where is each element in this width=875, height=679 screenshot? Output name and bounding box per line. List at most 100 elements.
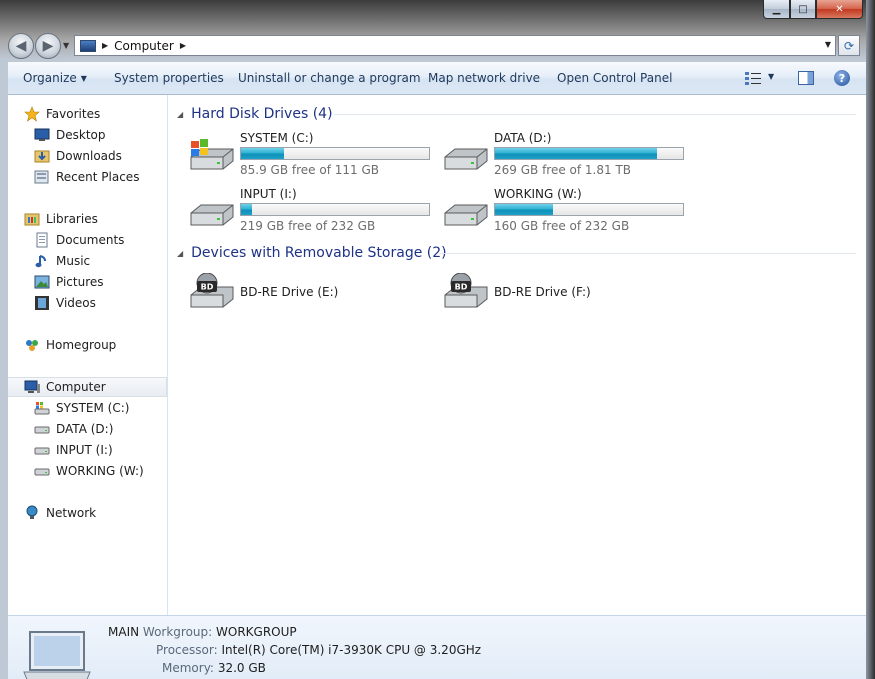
change-view-icon[interactable] <box>745 71 761 85</box>
minimize-button[interactable]: ▁ <box>763 0 790 19</box>
drive-free-space: 160 GB free of 232 GB <box>494 219 630 233</box>
sidebar-item-label: Recent Places <box>56 170 140 184</box>
sidebar-item-label: Homegroup <box>46 338 117 352</box>
view-options-chevron-icon[interactable]: ▼ <box>768 72 774 81</box>
computer-icon <box>24 379 40 395</box>
maximize-button[interactable]: □ <box>790 0 816 19</box>
forward-arrow-icon: ▶ <box>42 38 54 54</box>
breadcrumb-computer[interactable]: Computer <box>114 39 174 53</box>
drive-usage-fill <box>495 148 657 159</box>
drive-name: INPUT (I:) <box>240 187 297 201</box>
computer-name: MAIN <box>108 625 140 639</box>
recent-places-icon <box>34 169 50 185</box>
group-title: Devices with Removable Storage (2) <box>191 245 447 261</box>
sidebar-item-drive-w[interactable]: WORKING (W:) <box>34 461 144 481</box>
sidebar-item-desktop[interactable]: Desktop <box>34 125 106 145</box>
hard-drive-icon <box>34 463 50 479</box>
sidebar-item-favorites[interactable]: Favorites <box>24 104 100 124</box>
sidebar-item-pictures[interactable]: Pictures <box>34 272 104 292</box>
pictures-icon <box>34 274 50 290</box>
drive-usage-bar <box>240 203 430 216</box>
refresh-button[interactable]: ⟳ <box>838 35 860 56</box>
drive-tile-d[interactable]: DATA (D:) 269 GB free of 1.81 TB <box>441 131 691 179</box>
main-area: Favorites Desktop Downloads Recent Place… <box>8 95 866 615</box>
sidebar-item-network[interactable]: Network <box>24 503 96 523</box>
processor-value: Intel(R) Core(TM) i7-3930K CPU @ 3.20GHz <box>221 643 482 657</box>
drive-tile-e[interactable]: BD BD-RE Drive (E:) <box>187 269 437 317</box>
breadcrumb-chevron-icon[interactable]: ▶ <box>102 41 108 50</box>
map-network-drive-button[interactable]: Map network drive <box>428 71 540 85</box>
computer-name-row: MAIN Workgroup: WORKGROUP <box>108 625 297 639</box>
sidebar-item-drive-d[interactable]: DATA (D:) <box>34 419 113 439</box>
drive-tile-i[interactable]: INPUT (I:) 219 GB free of 232 GB <box>187 187 437 235</box>
details-pane: MAIN Workgroup: WORKGROUP Processor: Int… <box>8 615 866 679</box>
system-properties-button[interactable]: System properties <box>114 71 224 85</box>
address-dropdown-icon[interactable]: ▼ <box>825 40 831 49</box>
sidebar-item-label: Network <box>46 506 97 520</box>
sidebar-item-homegroup[interactable]: Homegroup <box>24 335 116 355</box>
back-arrow-icon: ◀ <box>15 38 27 54</box>
recent-pages-dropdown-icon[interactable]: ▼ <box>63 41 69 50</box>
documents-icon <box>34 232 50 248</box>
drive-tile-w[interactable]: WORKING (W:) 160 GB free of 232 GB <box>441 187 691 235</box>
libraries-icon <box>24 211 40 227</box>
processor-label: Processor: <box>156 643 218 657</box>
workgroup-value: WORKGROUP <box>216 625 297 639</box>
sidebar-item-videos[interactable]: Videos <box>34 293 96 313</box>
drive-free-space: 219 GB free of 232 GB <box>240 219 376 233</box>
sidebar-item-label: Computer <box>46 380 106 394</box>
close-button[interactable]: ✕ <box>816 0 863 19</box>
sidebar-item-label: Desktop <box>56 128 106 142</box>
collapse-triangle-icon: ◢ <box>177 248 184 258</box>
group-title: Hard Disk Drives (4) <box>191 106 333 122</box>
organize-label: Organize <box>23 71 77 85</box>
help-icon[interactable]: ? <box>834 70 850 86</box>
sidebar-item-label: WORKING (W:) <box>56 464 144 478</box>
sidebar-item-recent-places[interactable]: Recent Places <box>34 167 139 187</box>
computer-icon <box>80 39 96 52</box>
breadcrumb-chevron-icon[interactable]: ▶ <box>180 41 186 50</box>
bluray-drive-icon: BD <box>190 273 234 308</box>
hard-disk-drives-header[interactable]: ◢ Hard Disk Drives (4) <box>177 103 333 125</box>
sidebar-item-documents[interactable]: Documents <box>34 230 124 250</box>
sidebar-item-label: Videos <box>56 296 96 310</box>
sidebar-item-label: SYSTEM (C:) <box>56 401 130 415</box>
drive-name: DATA (D:) <box>494 131 552 145</box>
sidebar-item-label: Documents <box>56 233 125 247</box>
sidebar-item-label: Pictures <box>56 275 104 289</box>
sidebar-item-drive-c[interactable]: SYSTEM (C:) <box>34 398 129 418</box>
address-bar[interactable]: ▶ Computer ▶ ▼ <box>74 35 836 56</box>
hard-drive-icon <box>444 204 488 226</box>
system-drive-icon <box>34 400 50 416</box>
sidebar-item-music[interactable]: Music <box>34 251 90 271</box>
hard-drive-icon <box>190 204 234 226</box>
hard-drive-icon <box>444 148 488 170</box>
open-control-panel-button[interactable]: Open Control Panel <box>557 71 672 85</box>
navigation-pane: Favorites Desktop Downloads Recent Place… <box>8 95 168 615</box>
drive-usage-fill <box>241 204 253 215</box>
sidebar-item-label: Favorites <box>46 107 101 121</box>
drive-usage-bar <box>494 203 684 216</box>
downloads-folder-icon <box>34 148 50 164</box>
sidebar-item-computer[interactable]: Computer <box>8 377 167 397</box>
star-icon <box>24 106 40 122</box>
sidebar-item-drive-i[interactable]: INPUT (I:) <box>34 440 113 460</box>
content-pane: ◢ Hard Disk Drives (4) SYSTEM (C:) 85.9 … <box>169 95 866 615</box>
sidebar-item-downloads[interactable]: Downloads <box>34 146 122 166</box>
forward-button[interactable]: ▶ <box>35 33 61 59</box>
chevron-down-icon: ▼ <box>80 74 87 83</box>
hard-drive-icon <box>34 442 50 458</box>
organize-button[interactable]: Organize ▼ <box>23 71 87 85</box>
drive-tile-f[interactable]: BD BD-RE Drive (F:) <box>441 269 691 317</box>
system-drive-icon <box>190 139 234 170</box>
uninstall-program-button[interactable]: Uninstall or change a program <box>238 71 421 85</box>
drive-tile-c[interactable]: SYSTEM (C:) 85.9 GB free of 111 GB <box>187 131 437 179</box>
laptop-icon <box>23 631 91 679</box>
back-button[interactable]: ◀ <box>8 33 34 59</box>
drive-usage-bar <box>240 147 430 160</box>
preview-pane-icon[interactable] <box>798 71 814 85</box>
bd-badge: BD <box>455 283 468 292</box>
refresh-icon: ⟳ <box>843 38 855 53</box>
sidebar-item-libraries[interactable]: Libraries <box>24 209 98 229</box>
removable-storage-header[interactable]: ◢ Devices with Removable Storage (2) <box>177 242 447 264</box>
